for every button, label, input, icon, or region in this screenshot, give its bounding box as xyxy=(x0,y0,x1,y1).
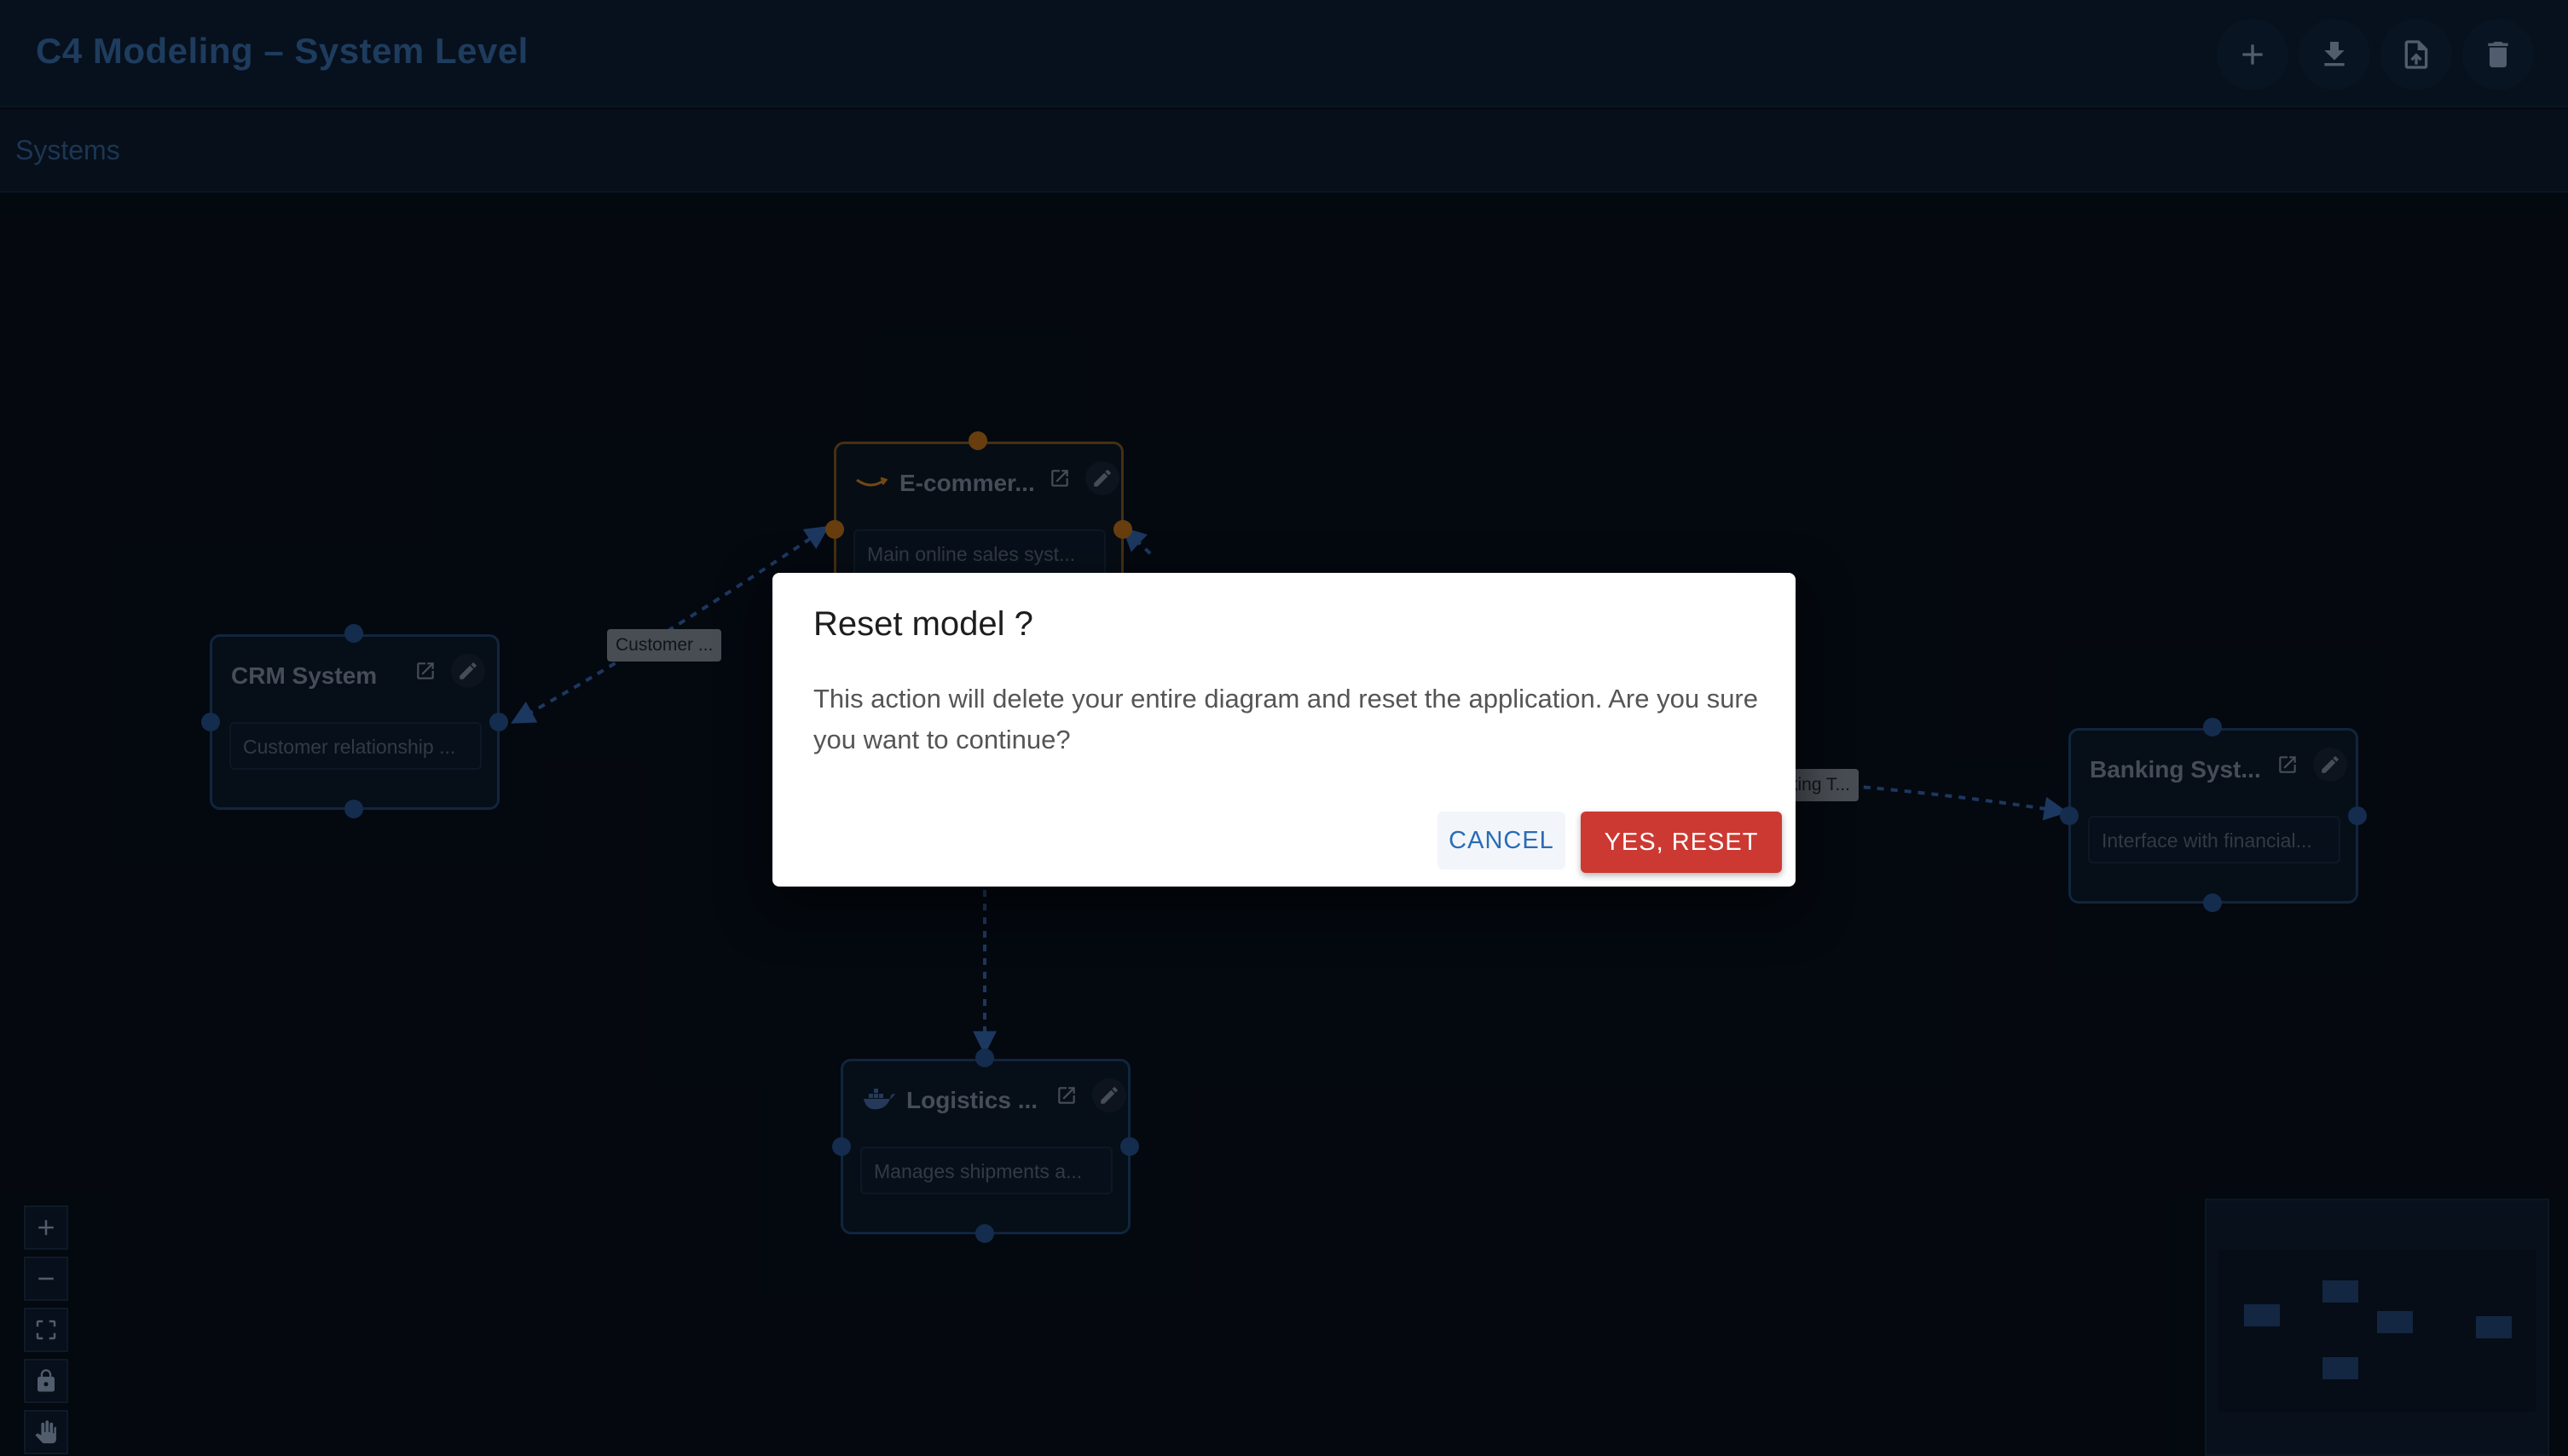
reset-dialog: Reset model ? This action will delete yo… xyxy=(772,573,1796,887)
dialog-title: Reset model ? xyxy=(813,605,1033,643)
cancel-button[interactable]: CANCEL xyxy=(1437,812,1565,870)
dialog-message: This action will delete your entire diag… xyxy=(813,684,1758,754)
confirm-reset-button[interactable]: YES, RESET xyxy=(1581,812,1782,873)
